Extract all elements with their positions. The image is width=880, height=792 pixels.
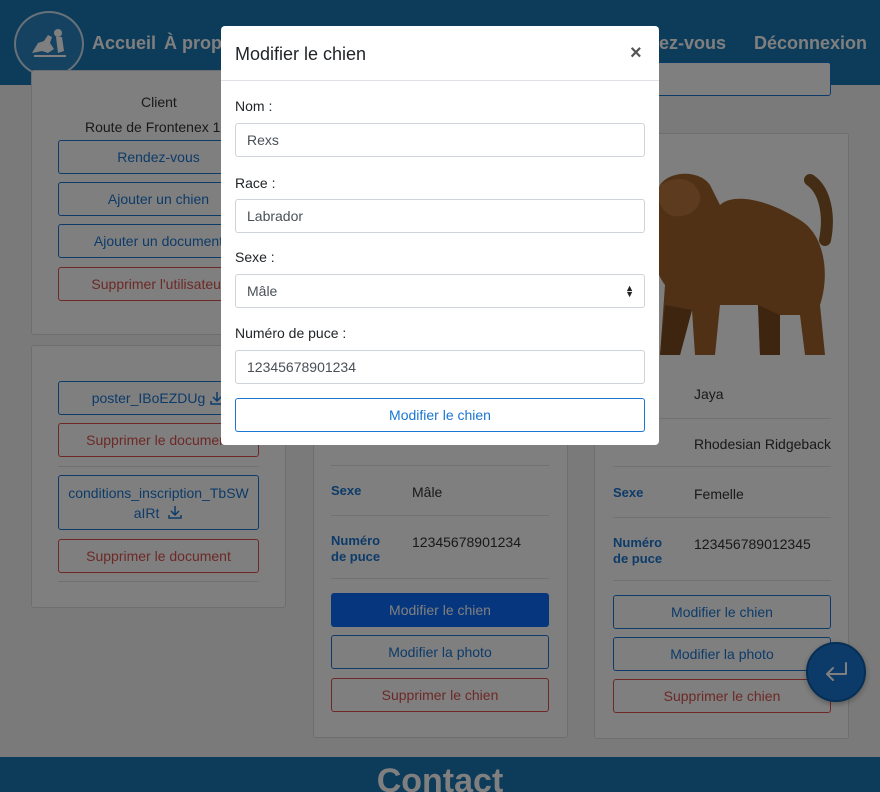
submit-edit-dog-button[interactable]: Modifier le chien xyxy=(235,398,645,432)
modal-header: Modifier le chien × xyxy=(221,26,659,81)
chip-label: Numéro de puce : xyxy=(235,325,347,341)
breed-field[interactable]: Labrador xyxy=(235,199,645,233)
sex-label: Sexe : xyxy=(235,249,275,265)
chip-field[interactable]: 12345678901234 xyxy=(235,350,645,384)
edit-dog-modal: Modifier le chien × Nom : Rexs Race : La… xyxy=(221,26,659,445)
modal-title: Modifier le chien xyxy=(235,44,367,64)
name-field[interactable]: Rexs xyxy=(235,123,645,157)
breed-label: Race : xyxy=(235,175,276,191)
chevron-updown-icon: ▲ ▼ xyxy=(625,283,634,299)
sex-select-value: Mâle xyxy=(247,283,278,299)
close-icon[interactable]: × xyxy=(630,42,642,65)
name-label: Nom : xyxy=(235,98,273,114)
sex-select[interactable]: Mâle ▲ ▼ xyxy=(235,274,645,308)
